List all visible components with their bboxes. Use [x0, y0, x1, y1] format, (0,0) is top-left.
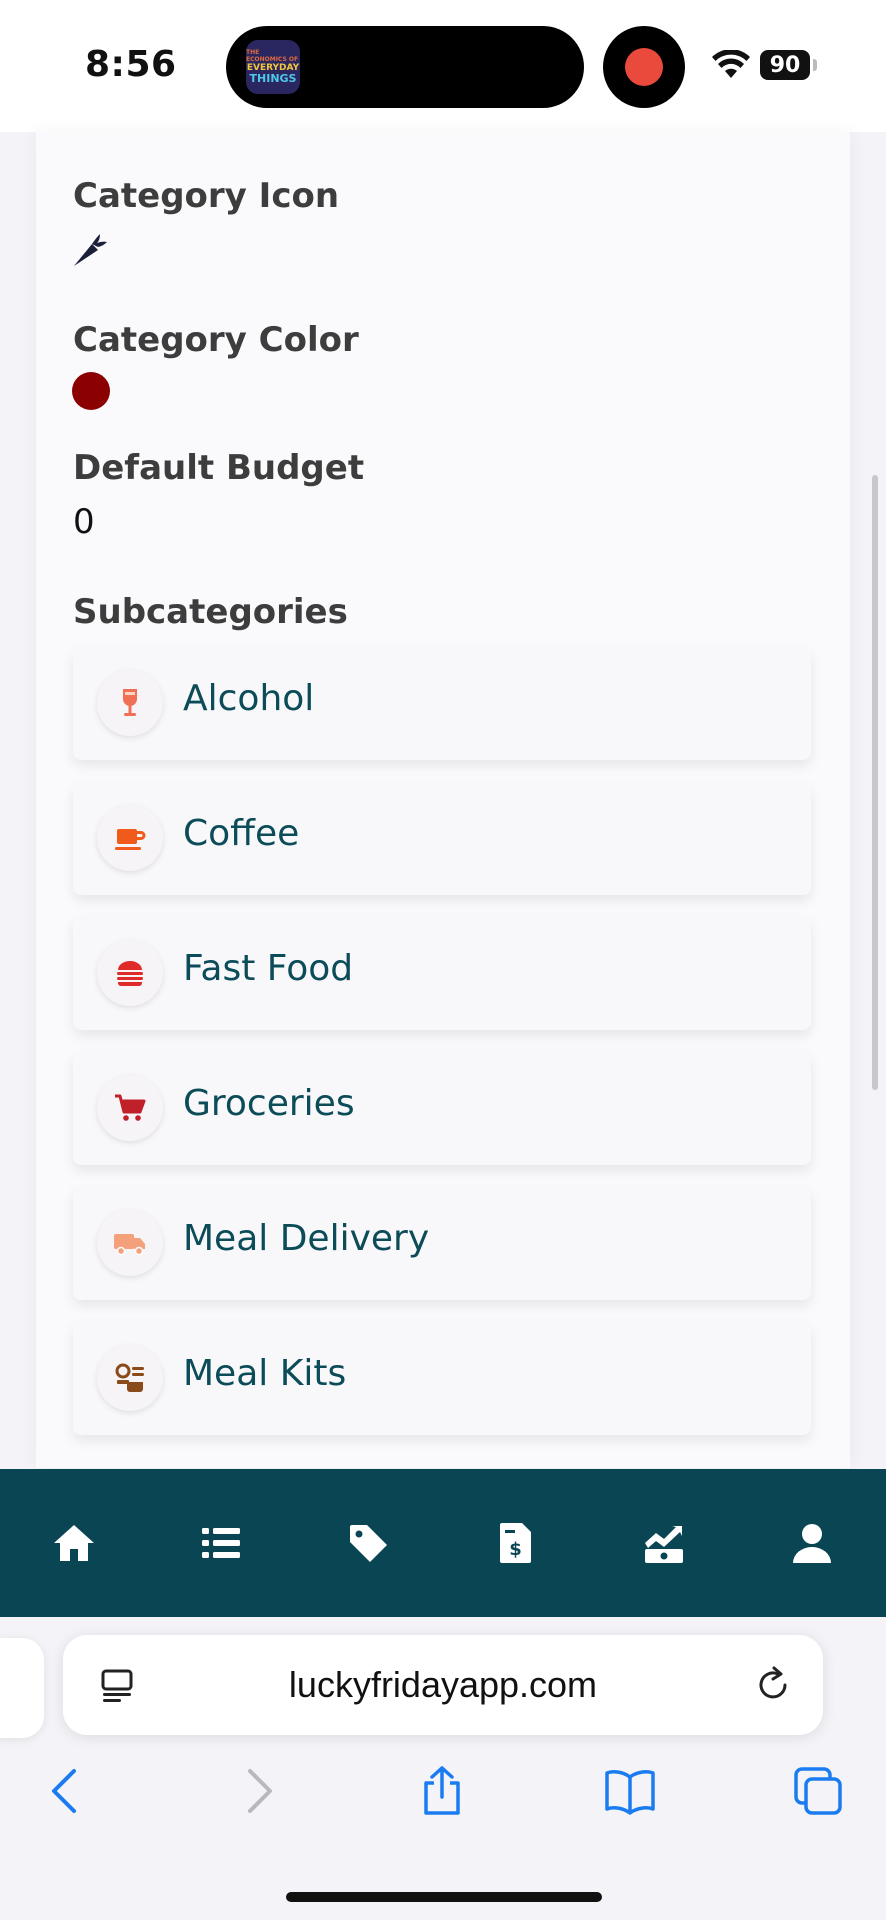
wifi-icon — [712, 50, 750, 78]
chart-money-icon — [645, 1526, 683, 1563]
record-dot-icon — [625, 48, 663, 86]
dynamic-island: THE ECONOMICS OF EVERYDAY THINGS — [226, 26, 584, 108]
status-time: 8:56 — [85, 44, 177, 85]
subcategory-icon-bg — [97, 940, 163, 1006]
subcategory-item-coffee[interactable]: Coffee — [73, 781, 811, 895]
forward-chevron-icon[interactable] — [232, 1765, 284, 1817]
list-icon — [202, 1528, 240, 1558]
subcategory-label: Meal Delivery — [183, 1218, 430, 1259]
nav-bills-button[interactable]: $ — [486, 1513, 546, 1573]
subcategory-item-groceries[interactable]: Groceries — [73, 1051, 811, 1165]
address-bar[interactable]: luckyfridayapp.com — [63, 1635, 823, 1735]
carrot-icon — [74, 234, 107, 266]
delivery-truck-icon — [114, 1234, 145, 1256]
burger-icon — [117, 961, 143, 986]
nav-reports-button[interactable] — [634, 1513, 694, 1573]
subcategory-icon-bg — [97, 1345, 163, 1411]
nav-list-button[interactable] — [191, 1513, 251, 1573]
share-icon[interactable] — [416, 1765, 468, 1817]
home-indicator[interactable] — [286, 1892, 602, 1902]
subcategory-icon-bg — [97, 1210, 163, 1276]
status-bar: 8:56 THE ECONOMICS OF EVERYDAY THINGS 90 — [0, 0, 886, 132]
page-scrollbar[interactable] — [872, 475, 878, 1090]
tag-icon — [350, 1525, 387, 1562]
app-bottom-nav: $ — [0, 1469, 886, 1617]
subcategories-heading: Subcategories — [73, 592, 348, 632]
previous-tab-preview[interactable] — [0, 1638, 44, 1738]
category-color-label: Category Color — [73, 320, 359, 360]
subcategory-item-alcohol[interactable]: Alcohol — [73, 646, 811, 760]
home-icon — [54, 1525, 94, 1561]
nav-home-button[interactable] — [44, 1513, 104, 1573]
meal-kit-icon — [115, 1363, 144, 1392]
url-text: luckyfridayapp.com — [288, 1664, 598, 1705]
subcategory-label: Fast Food — [183, 948, 354, 989]
coffee-mug-icon — [115, 829, 146, 850]
subcategory-label: Meal Kits — [183, 1353, 347, 1394]
tabs-icon[interactable] — [792, 1765, 844, 1817]
category-color-swatch — [72, 372, 110, 410]
battery-cap — [813, 59, 817, 71]
podcast-app-icon[interactable]: THE ECONOMICS OF EVERYDAY THINGS — [246, 40, 300, 94]
screen-recording-indicator[interactable] — [603, 26, 685, 108]
subcategory-icon-bg — [97, 670, 163, 736]
back-chevron-icon[interactable] — [40, 1765, 92, 1817]
nav-categories-button[interactable] — [338, 1513, 398, 1573]
bookmarks-icon[interactable] — [604, 1765, 656, 1817]
reload-icon[interactable] — [753, 1665, 793, 1705]
subcategory-item-fast-food[interactable]: Fast Food — [73, 916, 811, 1030]
subcategory-item-meal-delivery[interactable]: Meal Delivery — [73, 1186, 811, 1300]
nav-profile-button[interactable] — [782, 1513, 842, 1573]
battery-indicator: 90 — [760, 50, 810, 80]
subcategory-label: Alcohol — [183, 678, 315, 719]
podcast-title-line-1: THE ECONOMICS OF — [246, 49, 299, 63]
invoice-icon: $ — [500, 1523, 531, 1563]
subcategory-item-meal-kits[interactable]: Meal Kits — [73, 1321, 811, 1435]
shopping-cart-icon — [115, 1094, 146, 1121]
subcategory-label: Groceries — [183, 1083, 355, 1124]
subcategory-label: Coffee — [183, 813, 300, 854]
default-budget-label: Default Budget — [73, 448, 365, 488]
category-icon-label: Category Icon — [73, 176, 340, 216]
subcategory-icon-bg — [97, 1075, 163, 1141]
svg-text:$: $ — [509, 1539, 522, 1560]
browser-chrome: luckyfridayapp.com — [0, 1617, 886, 1920]
default-budget-value: 0 — [73, 502, 95, 542]
user-icon — [793, 1524, 831, 1563]
subcategory-icon-bg — [97, 805, 163, 871]
podcast-title-line-3: THINGS — [249, 72, 297, 85]
wine-glass-icon — [123, 689, 137, 716]
